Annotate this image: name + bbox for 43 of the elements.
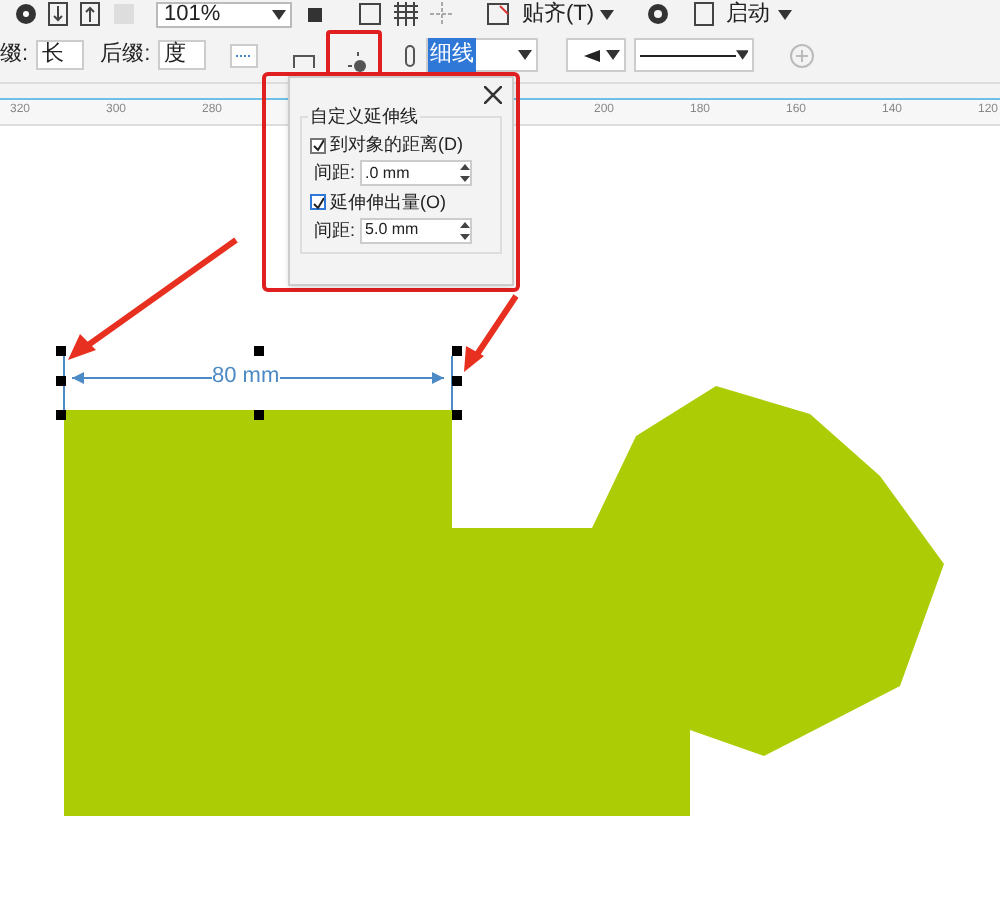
page-icon[interactable]	[358, 2, 382, 26]
checkbox[interactable]	[310, 194, 326, 210]
export-icon[interactable]	[80, 2, 100, 26]
caret-icon	[735, 50, 749, 60]
close-icon[interactable]	[484, 86, 502, 104]
spacing-field[interactable]: .0 mm	[359, 160, 472, 187]
launch-button[interactable]: 启动	[726, 0, 793, 28]
arrowhead-icon	[584, 49, 605, 61]
suffix-label: 后缀:	[100, 40, 151, 71]
grid-icon[interactable]	[394, 2, 418, 26]
prefix-label: 缀:	[0, 40, 29, 71]
import-icon[interactable]	[48, 2, 68, 26]
spacing-field[interactable]: 5.0 mm	[359, 217, 472, 244]
dimension-text: 80 mm	[212, 364, 280, 388]
pointer-arrow	[464, 294, 519, 372]
checkbox-option[interactable]: 延伸伸出量(O)	[310, 191, 492, 213]
spacing-label: 间距:	[314, 217, 356, 243]
spinner-icon[interactable]	[459, 164, 470, 183]
document-icon[interactable]	[694, 2, 715, 26]
prefix-field[interactable]: 长	[36, 40, 85, 70]
disc-icon[interactable]	[16, 4, 36, 24]
spinner-icon[interactable]	[459, 221, 470, 240]
suffix-field[interactable]: 度	[158, 40, 207, 70]
checkbox[interactable]	[310, 137, 326, 153]
caret-icon	[778, 9, 793, 19]
arrowhead-dropdown[interactable]	[566, 38, 627, 72]
caret-icon	[272, 9, 286, 19]
caret-icon	[518, 50, 533, 60]
line-dropdown[interactable]	[634, 38, 755, 72]
fit-page-icon[interactable]	[304, 3, 326, 25]
zoom-dropdown[interactable]: 101%	[156, 1, 292, 27]
spacing-label: 间距:	[314, 160, 356, 186]
snap-icon[interactable]	[486, 2, 510, 26]
snap-button[interactable]: 贴齐(T)	[522, 0, 615, 28]
dimension-style-icon[interactable]	[230, 43, 259, 67]
line-style-dropdown[interactable]: 细线	[426, 38, 539, 72]
group-title: 自定义延伸线	[308, 106, 420, 128]
caret-icon	[606, 50, 621, 60]
checkbox-option[interactable]: 到对象的距离(D)	[310, 134, 492, 156]
caret-icon	[600, 9, 615, 19]
pen-icon[interactable]	[402, 43, 419, 67]
settings-icon[interactable]	[646, 2, 671, 26]
line-icon	[640, 53, 735, 57]
